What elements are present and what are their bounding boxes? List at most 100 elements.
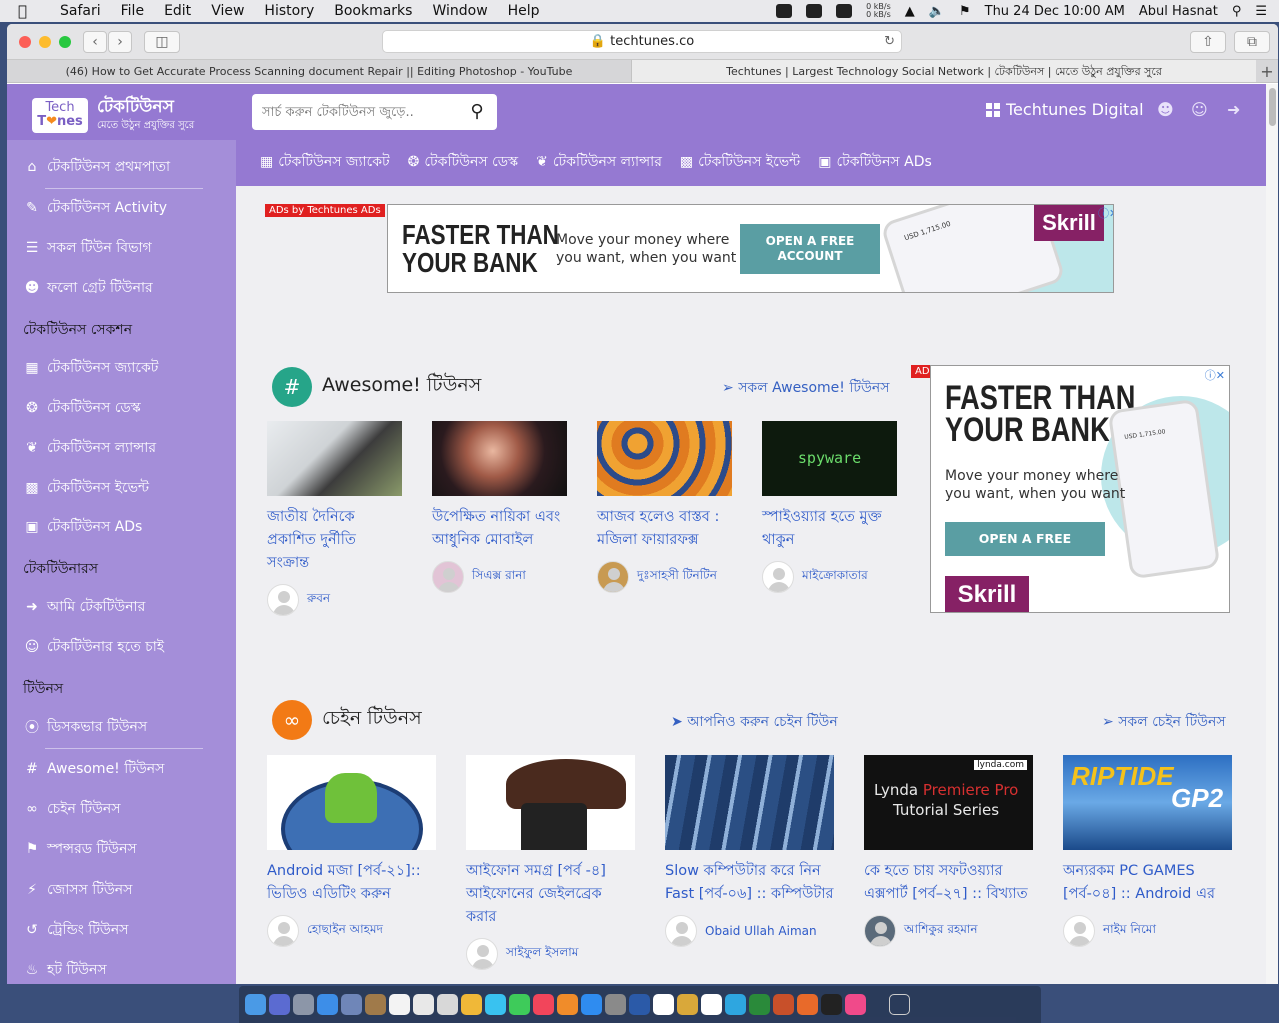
- network-icon[interactable]: [749, 994, 770, 1015]
- chrome-icon[interactable]: [701, 994, 722, 1015]
- spotlight-icon[interactable]: ⚲: [1232, 4, 1242, 19]
- card-title[interactable]: আইফোন সমগ্র [পর্ব -৪] আইফোনের জেইলব্রেক ক…: [466, 860, 635, 929]
- scrollbar-thumb[interactable]: [1269, 88, 1276, 126]
- search-button[interactable]: ⚲: [457, 94, 497, 130]
- app-icon[interactable]: [845, 994, 866, 1015]
- siri-icon[interactable]: [269, 994, 290, 1015]
- card-thumbnail[interactable]: [597, 421, 732, 496]
- sidebar-item-awesome[interactable]: # Awesome! টিউনস: [23, 758, 164, 780]
- safari-icon[interactable]: [317, 994, 338, 1015]
- nav-ads[interactable]: ▣ টেকটিউনস ADs: [818, 150, 932, 174]
- app-store-icon[interactable]: [581, 994, 602, 1015]
- trash-icon[interactable]: [889, 994, 910, 1015]
- sidebar-item-discover[interactable]: ⦿ ডিসকভার টিউনস: [23, 716, 147, 738]
- launchpad-icon[interactable]: [293, 994, 314, 1015]
- control-center-icon[interactable]: ☰: [1255, 4, 1267, 19]
- notes-icon[interactable]: [413, 994, 434, 1015]
- ad-info-icon[interactable]: ⓘ✕: [1205, 367, 1225, 383]
- page-scrollbar[interactable]: [1266, 84, 1278, 984]
- sidebar-item-chain[interactable]: ∞ চেইন টিউনস: [23, 798, 120, 820]
- sidebar-item-lancer[interactable]: ❦ টেকটিউনস ল্যান্সার: [23, 437, 156, 459]
- fullscreen-window-button[interactable]: [59, 36, 71, 48]
- messages-icon[interactable]: [485, 994, 506, 1015]
- site-logo[interactable]: Tech T❤nes: [32, 98, 88, 133]
- awesome-card-3[interactable]: আজব হলেও বাস্তব : মজিলা ফায়ারফক্স দুঃসাহ…: [597, 421, 732, 593]
- card-thumbnail[interactable]: spyware: [762, 421, 897, 496]
- card-author[interactable]: রুবন: [267, 584, 402, 616]
- menu-window[interactable]: Window: [432, 3, 487, 19]
- user-secret-icon[interactable]: ☻: [1157, 100, 1174, 119]
- sidebar-item-trending[interactable]: ↺ ট্রেন্ডিং টিউনস: [23, 919, 128, 941]
- new-tab-icon[interactable]: +: [1256, 60, 1278, 82]
- card-author[interactable]: দুঃসাহসী টিনটিন: [597, 561, 732, 593]
- music-icon[interactable]: [533, 994, 554, 1015]
- card-author[interactable]: মাইক্রোকাতার: [762, 561, 897, 593]
- photos-icon[interactable]: [461, 994, 482, 1015]
- sidebar-item-desk[interactable]: ❂ টেকটিউনস ডেস্ক: [23, 397, 141, 419]
- cloud-tray-icon[interactable]: [806, 4, 823, 18]
- sidebar-item-jacket[interactable]: ▦ টেকটিউনস জ্যাকেট: [23, 357, 158, 379]
- awesome-card-2[interactable]: উপেক্ষিত নায়িকা এবং আধুনিক মোবাইল সিএক্স…: [432, 421, 567, 593]
- system-preferences-icon[interactable]: [605, 994, 626, 1015]
- app-icon[interactable]: [773, 994, 794, 1015]
- reload-icon[interactable]: ↻: [884, 31, 895, 52]
- card-thumbnail[interactable]: [267, 755, 436, 850]
- sidebar-item-sponsored[interactable]: ⚑ স্পন্সরড টিউনস: [23, 838, 137, 860]
- sign-in-icon[interactable]: ➜: [1227, 100, 1240, 119]
- ad-cta-button[interactable]: OPEN A FREE ACCOUNT: [945, 522, 1105, 580]
- card-author[interactable]: সাইফুল ইসলাম: [466, 938, 635, 970]
- chain-card-4[interactable]: lynda.com Lynda Premiere Pro Tutorial Se…: [864, 755, 1033, 947]
- sidebar-toggle-icon[interactable]: ◫: [144, 31, 180, 53]
- sidebar-item-event[interactable]: ▩ টেকটিউনস ইভেন্ট: [23, 477, 149, 499]
- terminal-icon[interactable]: [821, 994, 842, 1015]
- nav-desk[interactable]: ❂ টেকটিউনস ডেস্ক: [408, 150, 519, 174]
- books-icon[interactable]: [557, 994, 578, 1015]
- awesome-all-link[interactable]: ➢ সকল Awesome! টিউনস: [722, 376, 890, 400]
- card-thumbnail[interactable]: [466, 755, 635, 850]
- telegram-icon[interactable]: [725, 994, 746, 1015]
- eject-icon[interactable]: ▲: [905, 4, 915, 19]
- card-thumbnail[interactable]: RIPTIDE GP2: [1063, 755, 1232, 850]
- card-title[interactable]: জাতীয় দৈনিকে প্রকাশিত দুর্নীতি সংক্রান্ত: [267, 506, 402, 575]
- minimize-window-button[interactable]: [39, 36, 51, 48]
- back-button[interactable]: ‹: [83, 31, 107, 53]
- close-window-button[interactable]: [19, 36, 31, 48]
- forward-button[interactable]: ›: [108, 31, 132, 53]
- nav-jacket[interactable]: ▦ টেকটিউনস জ্যাকেট: [260, 150, 390, 174]
- reminders-icon[interactable]: [437, 994, 458, 1015]
- menu-history[interactable]: History: [264, 3, 314, 19]
- ad-info-icon[interactable]: ⓘ✕: [1098, 205, 1113, 221]
- pen-tray-icon[interactable]: [776, 4, 793, 18]
- tab-techtunes[interactable]: Techtunes | Largest Technology Social Ne…: [631, 60, 1256, 82]
- card-thumbnail[interactable]: lynda.com Lynda Premiere Pro Tutorial Se…: [864, 755, 1033, 850]
- menu-bookmarks[interactable]: Bookmarks: [334, 3, 412, 19]
- chain-card-2[interactable]: আইফোন সমগ্র [পর্ব -৪] আইফোনের জেইলব্রেক ক…: [466, 755, 635, 970]
- menu-edit[interactable]: Edit: [164, 3, 191, 19]
- contacts-icon[interactable]: [365, 994, 386, 1015]
- card-thumbnail[interactable]: [432, 421, 567, 496]
- tabs-overview-icon[interactable]: ⧉: [1234, 31, 1270, 53]
- techtunes-digital-link[interactable]: Techtunes Digital: [986, 100, 1144, 119]
- facetime-icon[interactable]: [509, 994, 530, 1015]
- top-ad-banner[interactable]: FASTER THAN YOUR BANK Move your money whe…: [387, 204, 1114, 293]
- search-input[interactable]: [252, 94, 457, 130]
- archive-icon[interactable]: [677, 994, 698, 1015]
- apple-menu-icon[interactable]: : [18, 2, 40, 20]
- t-tray-icon[interactable]: [836, 4, 853, 18]
- card-title[interactable]: Android মজা [পর্ব-২১]:: ভিডিও এডিটিং করুন: [267, 860, 436, 906]
- user-name[interactable]: Abul Hasnat: [1139, 4, 1218, 19]
- card-author[interactable]: হোছাইন আহমদ: [267, 915, 436, 947]
- tab-youtube[interactable]: (46) How to Get Accurate Process Scannin…: [7, 60, 631, 82]
- chain-card-1[interactable]: Android মজা [পর্ব-২১]:: ভিডিও এডিটিং করুন…: [267, 755, 436, 947]
- sidebar-item-activity[interactable]: ✎ টেকটিউনস Activity: [23, 197, 167, 219]
- sidebar-item-hot[interactable]: ♨ হট টিউনস: [23, 959, 107, 981]
- card-title[interactable]: উপেক্ষিত নায়িকা এবং আধুনিক মোবাইল: [432, 506, 567, 552]
- preview-icon[interactable]: [341, 994, 362, 1015]
- chain-all-link[interactable]: ➢ সকল চেইন টিউনস: [1102, 710, 1226, 734]
- awesome-card-1[interactable]: জাতীয় দৈনিকে প্রকাশিত দুর্নীতি সংক্রান্ত…: [267, 421, 402, 616]
- card-title[interactable]: অন্যরকম PC GAMES [পর্ব-০৪] :: Android এর: [1063, 860, 1232, 906]
- nav-event[interactable]: ▩ টেকটিউনস ইভেন্ট: [680, 150, 800, 174]
- share-icon[interactable]: ⇧: [1190, 31, 1226, 53]
- card-author[interactable]: সিএক্স রানা: [432, 561, 567, 593]
- menu-help[interactable]: Help: [508, 3, 540, 19]
